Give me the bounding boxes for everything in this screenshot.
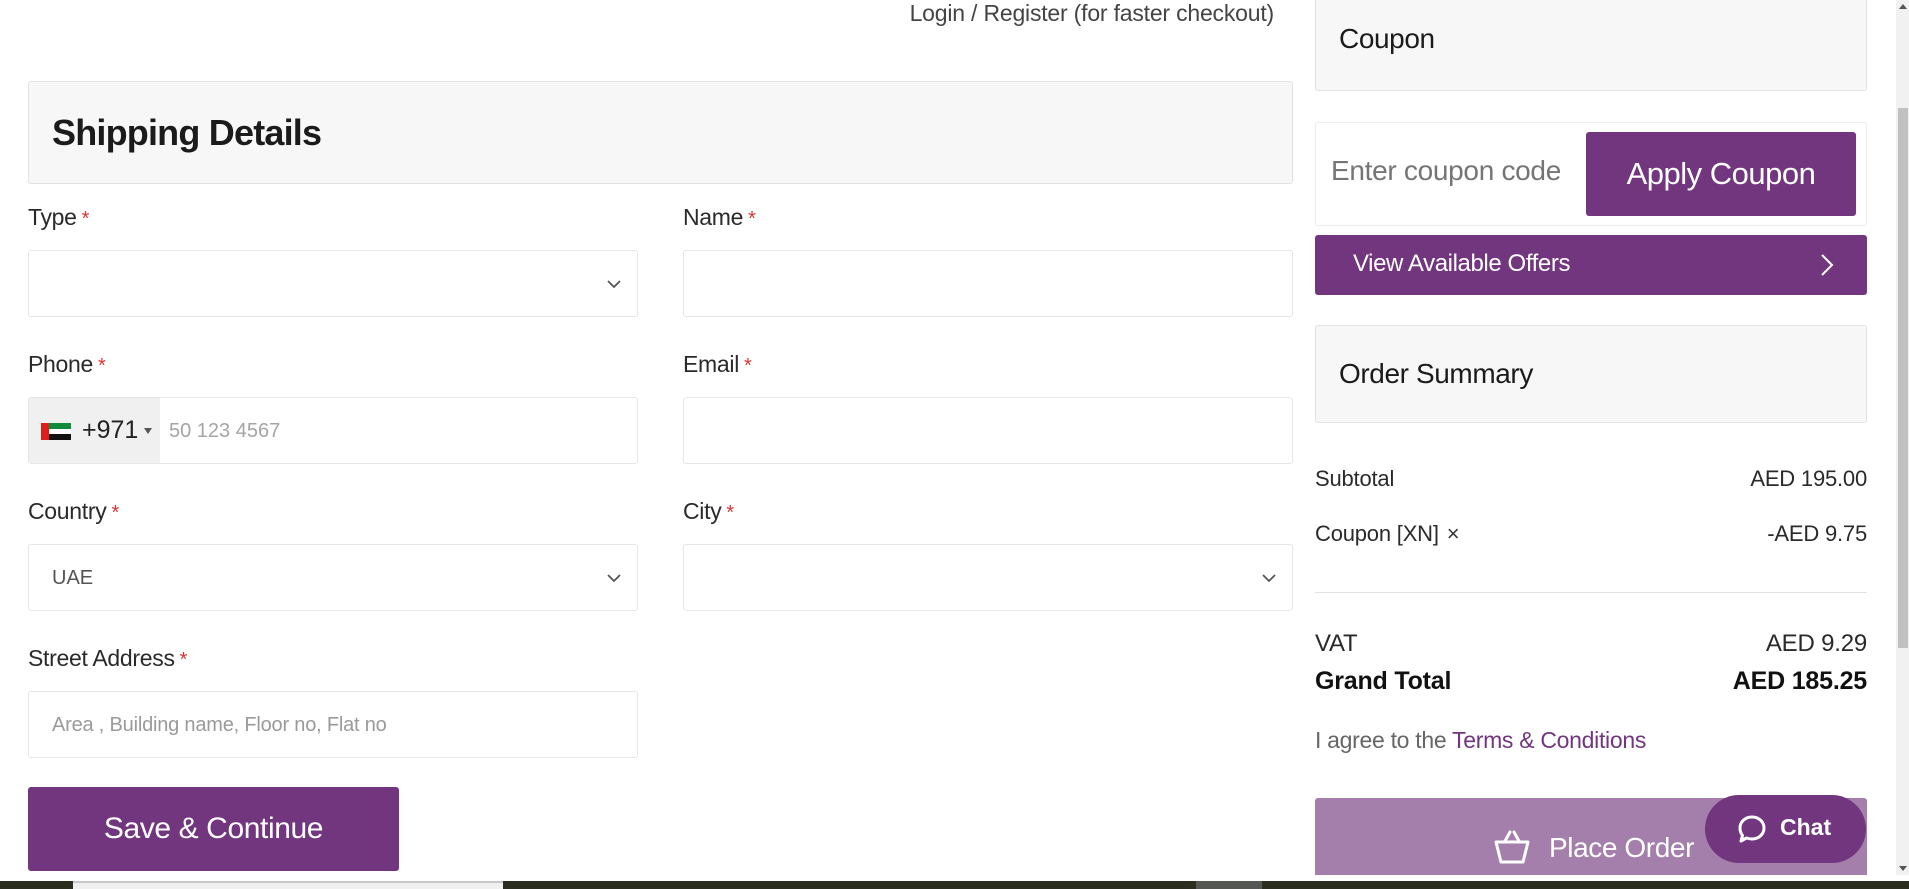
required-mark: * <box>748 208 756 230</box>
caret-down-icon <box>144 428 152 434</box>
grand-total-row: Grand Total AED 185.25 <box>1315 667 1867 697</box>
phone-field: Phone * +971 50 123 4567 <box>28 351 638 464</box>
chevron-down-icon <box>1262 574 1276 583</box>
subtotal-label: Subtotal <box>1315 466 1395 491</box>
apply-coupon-button[interactable]: Apply Coupon <box>1586 132 1856 216</box>
terms-prefix: I agree to the <box>1315 727 1453 753</box>
order-summary-title: Order Summary <box>1339 358 1533 389</box>
name-field: Name * <box>683 204 1293 317</box>
page-scrollbar[interactable] <box>1896 0 1909 875</box>
email-label-text: Email <box>683 351 740 377</box>
city-label: City * <box>683 498 1293 526</box>
street-address-placeholder: Area , Building name, Floor no, Flat no <box>52 714 387 736</box>
type-select[interactable] <box>28 250 638 317</box>
coupon-row: Coupon [XN] × -AED 9.75 <box>1315 521 1867 551</box>
shipping-details-header: Shipping Details <box>28 81 1293 184</box>
view-available-offers-button[interactable]: View Available Offers <box>1315 235 1867 295</box>
phone-input[interactable]: +971 50 123 4567 <box>28 397 638 464</box>
required-mark: * <box>726 502 734 524</box>
chat-button[interactable]: Chat <box>1705 795 1866 863</box>
name-label-text: Name <box>683 204 744 230</box>
email-field: Email * <box>683 351 1293 464</box>
city-field: City * <box>683 498 1293 611</box>
chevron-down-icon <box>607 574 621 583</box>
required-mark: * <box>98 355 106 377</box>
coupon-form: Apply Coupon <box>1315 122 1867 226</box>
country-field: Country * UAE <box>28 498 638 611</box>
subtotal-row: Subtotal AED 195.00 <box>1315 466 1867 496</box>
save-continue-button[interactable]: Save & Continue <box>28 787 399 871</box>
summary-divider <box>1315 592 1867 593</box>
login-register-link[interactable]: Login / Register (for faster checkout) <box>910 0 1275 26</box>
street-address-field: Street Address * Area , Building name, Fl… <box>28 645 638 758</box>
coupon-code-input[interactable] <box>1331 155 1571 187</box>
required-mark: * <box>179 649 188 671</box>
view-offers-label: View Available Offers <box>1353 250 1571 277</box>
street-address-label-text: Street Address <box>28 645 175 671</box>
place-order-label: Place Order <box>1549 832 1694 863</box>
chat-bubble-icon <box>1738 815 1766 843</box>
street-address-input[interactable]: Area , Building name, Floor no, Flat no <box>28 691 638 758</box>
taskbar-window-item[interactable] <box>73 881 503 889</box>
taskbar-item[interactable] <box>1196 881 1262 889</box>
basket-icon <box>1494 830 1530 864</box>
scroll-up-arrow-icon[interactable] <box>1899 4 1907 9</box>
country-select[interactable]: UAE <box>28 544 638 611</box>
close-icon[interactable]: × <box>1447 521 1460 547</box>
vat-label: VAT <box>1315 630 1358 657</box>
coupon-applied: Coupon [XN] × <box>1315 521 1460 547</box>
chat-label: Chat <box>1780 814 1832 840</box>
type-label: Type * <box>28 204 638 232</box>
country-select-value: UAE <box>52 567 94 589</box>
checkout-page: Login / Register (for faster checkout) S… <box>0 0 1890 875</box>
terms-agreement: I agree to the Terms & Conditions <box>1315 727 1646 754</box>
grand-total-label: Grand Total <box>1315 667 1452 695</box>
coupon-header: Coupon <box>1315 0 1867 91</box>
required-mark: * <box>744 355 752 377</box>
os-taskbar <box>0 881 1909 889</box>
coupon-discount-value: -AED 9.75 <box>1767 521 1867 546</box>
street-address-label: Street Address * <box>28 645 638 673</box>
required-mark: * <box>111 502 119 524</box>
vat-value: AED 9.29 <box>1765 630 1867 657</box>
email-input[interactable] <box>683 397 1293 464</box>
type-field: Type * <box>28 204 638 317</box>
chevron-right-icon <box>1821 254 1834 276</box>
shipping-details-title: Shipping Details <box>52 112 322 153</box>
order-summary-header: Order Summary <box>1315 325 1867 423</box>
terms-conditions-link[interactable]: Terms & Conditions <box>1452 727 1646 753</box>
coupon-applied-label: Coupon [XN] <box>1315 521 1439 546</box>
phone-label-text: Phone <box>28 351 94 377</box>
required-mark: * <box>81 208 90 230</box>
scroll-thumb[interactable] <box>1898 108 1908 648</box>
city-select[interactable] <box>683 544 1293 611</box>
name-label: Name * <box>683 204 1293 232</box>
country-label-text: Country <box>28 498 107 524</box>
email-label: Email * <box>683 351 1293 379</box>
name-input[interactable] <box>683 250 1293 317</box>
uae-flag-icon <box>41 423 71 440</box>
dial-code: +971 <box>82 416 139 444</box>
country-code-selector[interactable]: +971 <box>29 398 160 463</box>
phone-label: Phone * <box>28 351 638 379</box>
subtotal-value: AED 195.00 <box>1750 466 1867 491</box>
city-label-text: City <box>683 498 722 524</box>
country-label: Country * <box>28 498 638 526</box>
grand-total-value: AED 185.25 <box>1732 667 1867 695</box>
type-label-text: Type <box>28 204 77 230</box>
coupon-title: Coupon <box>1339 23 1435 54</box>
scroll-down-arrow-icon[interactable] <box>1899 866 1907 871</box>
phone-placeholder: 50 123 4567 <box>169 420 281 442</box>
vat-row: VAT AED 9.29 <box>1315 630 1867 660</box>
chevron-down-icon <box>607 280 621 289</box>
